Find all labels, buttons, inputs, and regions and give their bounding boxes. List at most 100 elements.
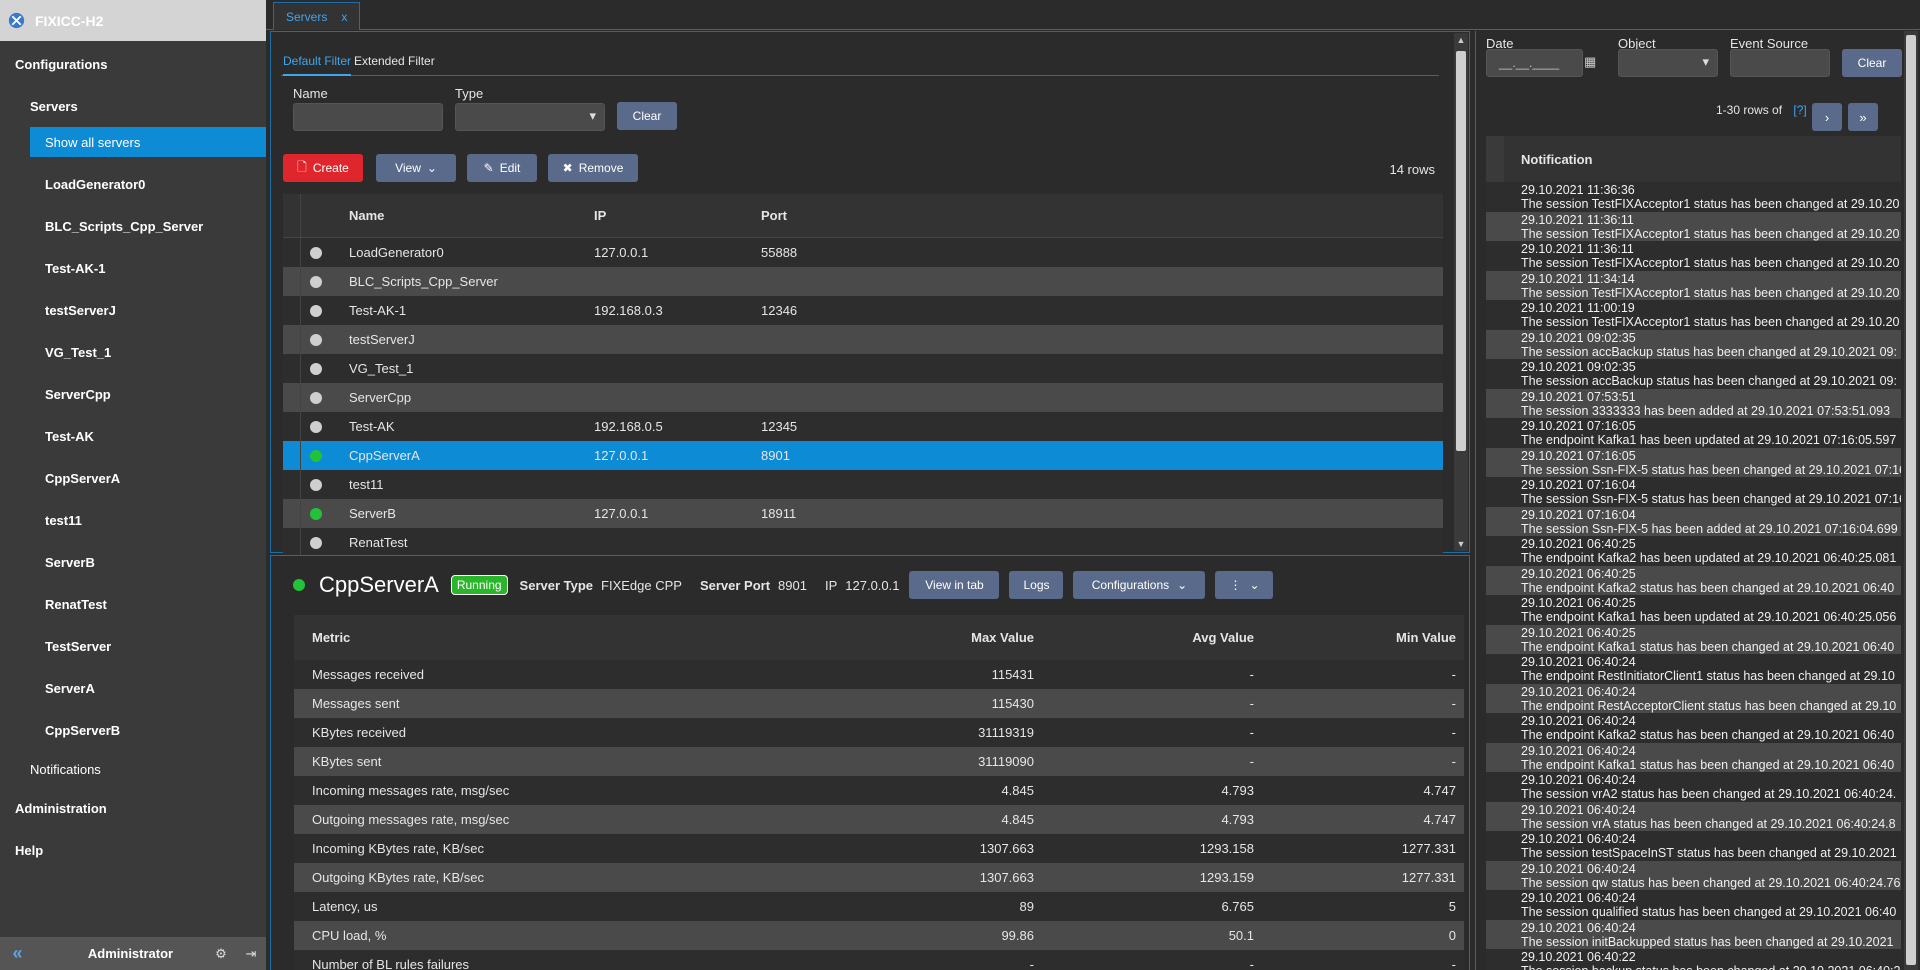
events-scrollbar[interactable] xyxy=(1904,31,1918,970)
scrollbar-thumb[interactable] xyxy=(1456,51,1466,451)
next-page-button[interactable]: › xyxy=(1812,103,1842,131)
row-select-cell[interactable] xyxy=(283,412,301,441)
notification-item[interactable]: 29.10.2021 06:40:25 The endpoint Kafka1 h… xyxy=(1486,595,1901,625)
calendar-icon[interactable]: ▦ xyxy=(1584,54,1596,70)
table-row[interactable]: Test-AK 192.168.0.5 12345 xyxy=(283,412,1443,441)
table-row[interactable]: LoadGenerator0 127.0.0.1 55888 xyxy=(283,238,1443,267)
notification-item[interactable]: 29.10.2021 07:16:05 The session Ssn-FIX-5… xyxy=(1486,447,1901,477)
row-select-cell[interactable] xyxy=(283,354,301,383)
notification-item[interactable]: 29.10.2021 06:40:24 The endpoint RestAcce… xyxy=(1486,683,1901,713)
edit-button[interactable]: ✎ Edit xyxy=(467,154,537,182)
app-brand[interactable]: FIXICC-H2 xyxy=(0,0,266,41)
create-button[interactable]: 🗋 Create xyxy=(283,154,363,182)
configurations-button[interactable]: Configurations ⌄ xyxy=(1073,571,1206,599)
notification-item[interactable]: 29.10.2021 06:40:25 The endpoint Kafka2 s… xyxy=(1486,565,1901,595)
notification-item[interactable]: 29.10.2021 09:02:35 The session accBackup… xyxy=(1486,359,1901,389)
nav-notifications[interactable]: Notifications xyxy=(0,751,266,787)
servers-scrollbar[interactable]: ▲ ▼ xyxy=(1454,33,1468,551)
notification-item[interactable]: 29.10.2021 11:36:36 The session TestFIXAc… xyxy=(1486,182,1901,212)
settings-gear-icon[interactable]: ⚙ xyxy=(206,946,236,962)
notification-item[interactable]: 29.10.2021 07:53:51 The session 3333333 h… xyxy=(1486,388,1901,418)
notification-item[interactable]: 29.10.2021 07:16:05 The endpoint Kafka1 h… xyxy=(1486,418,1901,448)
sidebar-item-server[interactable]: ServerB xyxy=(0,541,266,583)
notification-item[interactable]: 29.10.2021 06:40:25 The endpoint Kafka2 h… xyxy=(1486,536,1901,566)
table-row[interactable]: VG_Test_1 xyxy=(283,354,1443,383)
tab-close-icon[interactable]: x xyxy=(341,10,347,24)
name-filter-input[interactable] xyxy=(293,103,443,131)
row-select-cell[interactable] xyxy=(283,238,301,267)
row-select-cell[interactable] xyxy=(283,267,301,296)
logout-icon[interactable]: ⇥ xyxy=(236,946,266,962)
event-source-input[interactable] xyxy=(1730,49,1830,77)
table-row[interactable]: BLC_Scripts_Cpp_Server xyxy=(283,267,1443,296)
table-row[interactable]: RenatTest xyxy=(283,528,1443,557)
notification-item[interactable]: 29.10.2021 06:40:24 The session qw status… xyxy=(1486,860,1901,890)
grid-select-column[interactable] xyxy=(283,194,301,237)
sidebar-item-server[interactable]: Test-AK-1 xyxy=(0,247,266,289)
sidebar-item-server[interactable]: LoadGenerator0 xyxy=(0,163,266,205)
grid-header-port[interactable]: Port xyxy=(761,208,1443,223)
table-row[interactable]: testServerJ xyxy=(283,325,1443,354)
notification-item[interactable]: 29.10.2021 06:40:24 The session qualified… xyxy=(1486,890,1901,920)
remove-button[interactable]: ✖ Remove xyxy=(548,154,638,182)
events-clear-button[interactable]: Clear xyxy=(1842,49,1902,77)
grid-header-ip[interactable]: IP xyxy=(594,208,761,223)
sidebar-item-server[interactable]: ServerCpp xyxy=(0,373,266,415)
sidebar-item-server[interactable]: testServerJ xyxy=(0,289,266,331)
row-select-cell[interactable] xyxy=(283,470,301,499)
pager-total[interactable]: [?] xyxy=(1793,103,1806,117)
notification-item[interactable]: 29.10.2021 06:40:24 The session initBacku… xyxy=(1486,919,1901,949)
notification-item[interactable]: 29.10.2021 06:40:24 The endpoint Kafka1 s… xyxy=(1486,742,1901,772)
sidebar-item-server[interactable]: RenatTest xyxy=(0,583,266,625)
notification-item[interactable]: 29.10.2021 11:00:19 The session TestFIXAc… xyxy=(1486,300,1901,330)
notification-item[interactable]: 29.10.2021 06:40:24 The session testSpace… xyxy=(1486,831,1901,861)
table-row[interactable]: ServerB 127.0.0.1 18911 xyxy=(283,499,1443,528)
row-select-cell[interactable] xyxy=(283,296,301,325)
table-row[interactable]: test11 xyxy=(283,470,1443,499)
table-row[interactable]: ServerCpp xyxy=(283,383,1443,412)
filter-clear-button[interactable]: Clear xyxy=(617,102,677,130)
tab-extended-filter[interactable]: Extended Filter xyxy=(354,46,435,76)
notification-item[interactable]: 29.10.2021 06:40:22The session backup st… xyxy=(1486,949,1901,970)
tab-default-filter[interactable]: Default Filter xyxy=(283,46,352,76)
collapse-sidebar-icon[interactable]: « xyxy=(0,943,35,964)
nav-servers[interactable]: Servers xyxy=(0,85,266,127)
events-scrollbar-thumb[interactable] xyxy=(1906,35,1916,965)
nav-help[interactable]: Help xyxy=(0,829,266,871)
type-filter-select[interactable] xyxy=(455,103,605,131)
table-row[interactable]: Test-AK-1 192.168.0.3 12346 xyxy=(283,296,1443,325)
row-select-cell[interactable] xyxy=(283,383,301,412)
sidebar-item-server[interactable]: VG_Test_1 xyxy=(0,331,266,373)
sidebar-item-server[interactable]: CppServerB xyxy=(0,709,266,751)
row-select-cell[interactable] xyxy=(283,325,301,354)
nav-administration[interactable]: Administration xyxy=(0,787,266,829)
notification-item[interactable]: 29.10.2021 06:40:24 The endpoint RestInit… xyxy=(1486,654,1901,684)
current-user[interactable]: Administrator xyxy=(35,946,206,961)
sidebar-item-server[interactable]: ServerA xyxy=(0,667,266,709)
sidebar-item-server[interactable]: BLC_Scripts_Cpp_Server xyxy=(0,205,266,247)
sidebar-item-server[interactable]: CppServerA xyxy=(0,457,266,499)
view-in-tab-button[interactable]: View in tab xyxy=(909,571,1000,599)
row-select-cell[interactable] xyxy=(283,441,301,470)
logs-button[interactable]: Logs xyxy=(1009,571,1064,599)
notification-item[interactable]: 29.10.2021 07:16:04 The session Ssn-FIX-5… xyxy=(1486,477,1901,507)
notification-item[interactable]: 29.10.2021 11:36:11 The session TestFIXAc… xyxy=(1486,241,1901,271)
last-page-button[interactable]: » xyxy=(1848,103,1878,131)
more-actions-button[interactable]: ⋮ ⌄ xyxy=(1215,571,1274,599)
notification-item[interactable]: 29.10.2021 06:40:24 The session vrA2 stat… xyxy=(1486,772,1901,802)
sidebar-item-server[interactable]: TestServer xyxy=(0,625,266,667)
grid-header-name[interactable]: Name xyxy=(331,208,594,223)
tab-servers[interactable]: Servers x xyxy=(273,2,361,30)
row-select-cell[interactable] xyxy=(283,499,301,528)
date-filter-input[interactable]: __.__.____ xyxy=(1486,49,1583,77)
notification-item[interactable]: 29.10.2021 11:34:14 The session TestFIXAc… xyxy=(1486,270,1901,300)
notification-item[interactable]: 29.10.2021 09:02:35 The session accBackup… xyxy=(1486,329,1901,359)
notification-item[interactable]: 29.10.2021 06:40:25 The endpoint Kafka1 s… xyxy=(1486,624,1901,654)
object-filter-select[interactable] xyxy=(1618,49,1718,77)
sidebar-item-server[interactable]: Test-AK xyxy=(0,415,266,457)
sidebar-item-server[interactable]: test11 xyxy=(0,499,266,541)
nav-configurations[interactable]: Configurations xyxy=(0,43,266,85)
scroll-down-icon[interactable]: ▼ xyxy=(1454,539,1468,549)
table-row[interactable]: CppServerA 127.0.0.1 8901 xyxy=(283,441,1443,470)
notification-item[interactable]: 29.10.2021 07:16:04 The session Ssn-FIX-5… xyxy=(1486,506,1901,536)
